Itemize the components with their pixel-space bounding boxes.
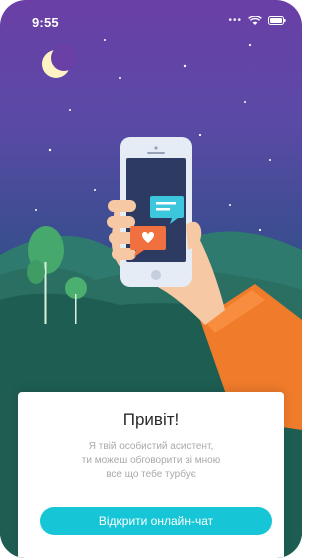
moon-icon [42,45,77,78]
wifi-icon [248,15,262,26]
status-icons: ••• [228,15,286,26]
subtitle-line: Я твій особистий асистент, [88,441,214,452]
onboarding-screen: 9:55 ••• Привіт! Я твій особистий асисте… [0,0,302,558]
status-time: 9:55 [32,15,59,30]
subtitle-line: ти можеш обговорити зі мною [81,455,221,466]
subtitle-line: все що тебе турбує [106,469,196,480]
welcome-subtitle: Я твій особистий асистент, ти можеш обго… [42,440,260,482]
signal-dots-icon: ••• [228,15,242,26]
battery-icon [268,16,286,25]
open-online-chat-button[interactable]: Відкрити онлайн-чат [40,507,272,535]
welcome-card: Привіт! Я твій особистий асистент, ти мо… [18,392,284,558]
welcome-title: Привіт! [122,410,180,429]
status-bar: 9:55 ••• [0,0,302,40]
